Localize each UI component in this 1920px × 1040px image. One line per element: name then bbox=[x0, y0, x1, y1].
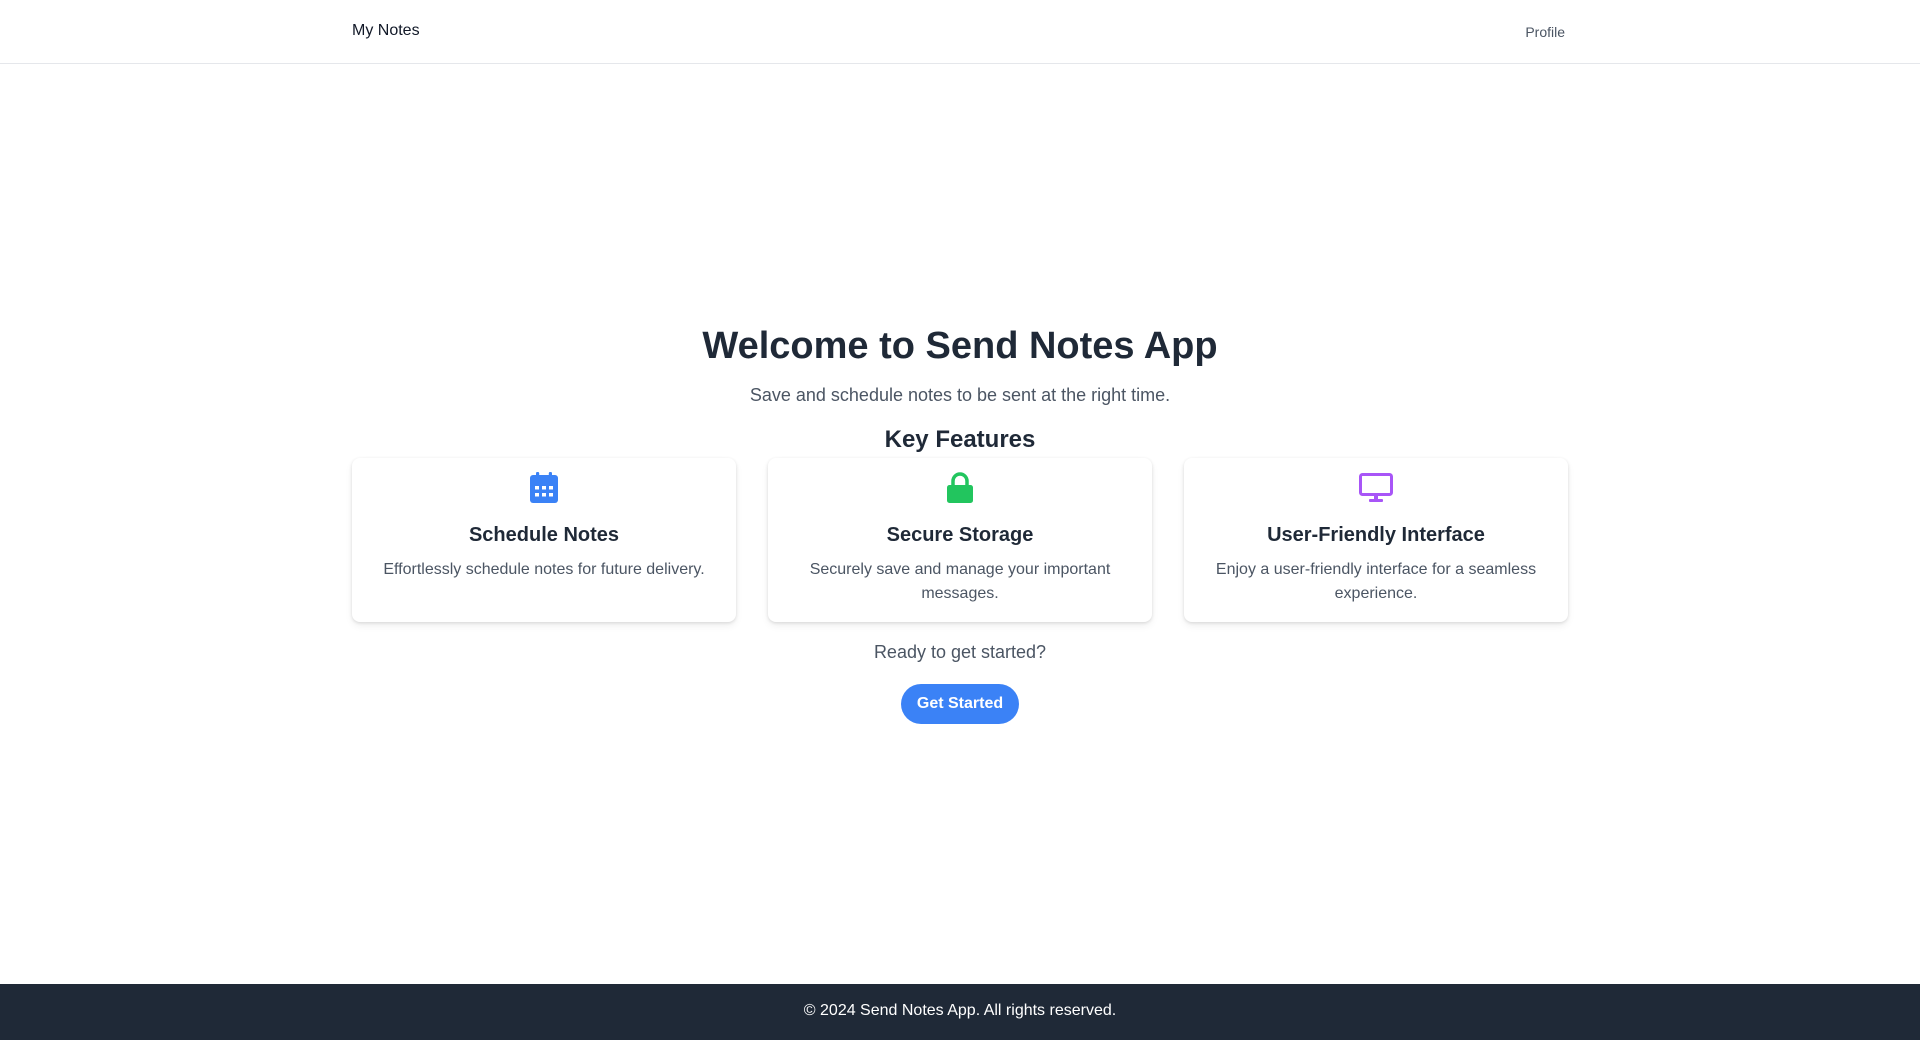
page-subtitle: Save and schedule notes to be sent at th… bbox=[749, 385, 1171, 405]
feature-title: Schedule Notes bbox=[468, 524, 620, 546]
lock-icon bbox=[947, 472, 973, 503]
desktop-icon bbox=[1359, 473, 1393, 502]
features-list: Schedule Notes Effortlessly schedule not… bbox=[352, 458, 1569, 622]
get-started-button[interactable]: Get Started bbox=[900, 684, 1020, 724]
brand-link[interactable]: My Notes bbox=[352, 22, 420, 40]
hero-section: Welcome to Send Notes App Save and sched… bbox=[0, 318, 1920, 456]
feature-card-schedule: Schedule Notes Effortlessly schedule not… bbox=[352, 458, 736, 622]
cta-section: Ready to get started? Get Started bbox=[0, 638, 1920, 724]
feature-card-security: Secure Storage Securely save and manage … bbox=[768, 458, 1152, 622]
page-footer: © 2024 Send Notes App. All rights reserv… bbox=[0, 984, 1920, 1040]
feature-description: Enjoy a user-friendly interface for a se… bbox=[1215, 561, 1537, 602]
feature-description: Securely save and manage your important … bbox=[809, 561, 1111, 602]
feature-card-interface: User-Friendly Interface Enjoy a user-fri… bbox=[1184, 458, 1568, 622]
top-navbar: My Notes Profile bbox=[0, 0, 1920, 64]
feature-description: Effortlessly schedule notes for future d… bbox=[383, 561, 705, 578]
features-heading: Key Features bbox=[884, 426, 1036, 453]
profile-link[interactable]: Profile bbox=[1525, 24, 1565, 40]
cta-prompt: Ready to get started? bbox=[873, 642, 1047, 662]
feature-title: User-Friendly Interface bbox=[1267, 524, 1485, 546]
calendar-icon bbox=[530, 472, 558, 503]
page-title: Welcome to Send Notes App bbox=[702, 325, 1218, 367]
feature-title: Secure Storage bbox=[886, 524, 1034, 546]
copyright-text: © 2024 Send Notes App. All rights reserv… bbox=[803, 1002, 1117, 1019]
